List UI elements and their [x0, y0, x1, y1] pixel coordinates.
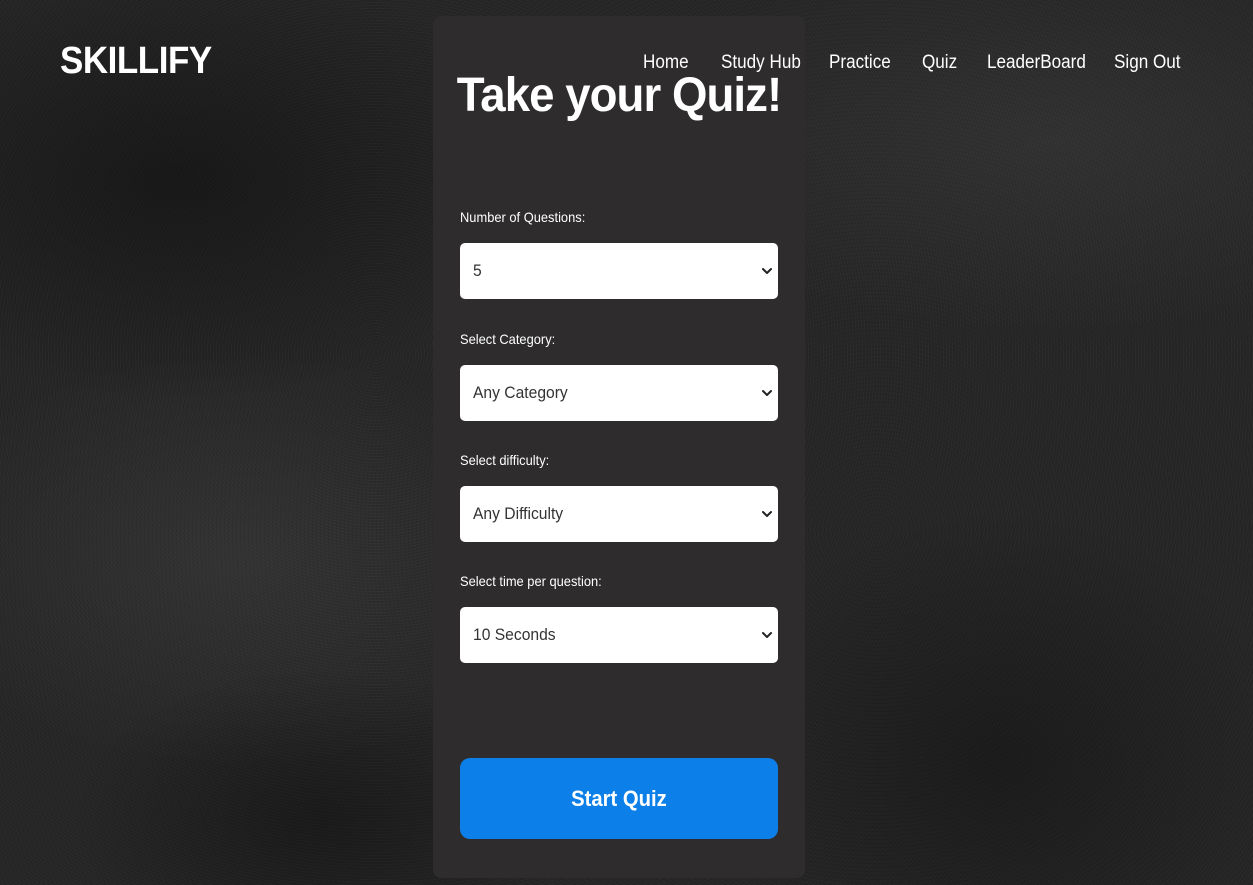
category-label: Select Category: [460, 331, 556, 347]
time-per-question-label: Select time per question: [460, 573, 602, 589]
difficulty-select[interactable]: Any Difficulty [460, 486, 778, 542]
chevron-down-icon [762, 268, 772, 274]
nav-item-leaderboard[interactable]: LeaderBoard [987, 50, 1086, 76]
nav-item-sign-out[interactable]: Sign Out [1114, 50, 1181, 76]
questions-count-select[interactable]: 5 [460, 243, 778, 299]
time-per-question-select[interactable]: 10 Seconds [460, 607, 778, 663]
category-select[interactable]: Any Category [460, 365, 778, 421]
main-nav: Home Study Hub Practice Quiz LeaderBoard… [0, 50, 1253, 78]
questions-count-value: 5 [473, 261, 482, 280]
chevron-down-icon [762, 390, 772, 396]
category-value: Any Category [473, 383, 568, 402]
nav-item-study-hub[interactable]: Study Hub [721, 50, 801, 76]
time-per-question-value: 10 Seconds [473, 625, 556, 644]
nav-item-quiz[interactable]: Quiz [922, 50, 957, 76]
nav-item-home[interactable]: Home [643, 50, 689, 76]
nav-item-practice[interactable]: Practice [829, 50, 891, 76]
chevron-down-icon [762, 511, 772, 517]
chevron-down-icon [762, 632, 772, 638]
start-quiz-label: Start Quiz [571, 785, 667, 811]
difficulty-value: Any Difficulty [473, 504, 564, 523]
questions-count-label: Number of Questions: [460, 209, 586, 225]
quiz-setup-card: Take your Quiz! Number of Questions: 5 S… [433, 16, 805, 878]
start-quiz-button[interactable]: Start Quiz [460, 758, 778, 839]
difficulty-label: Select difficulty: [460, 452, 550, 468]
